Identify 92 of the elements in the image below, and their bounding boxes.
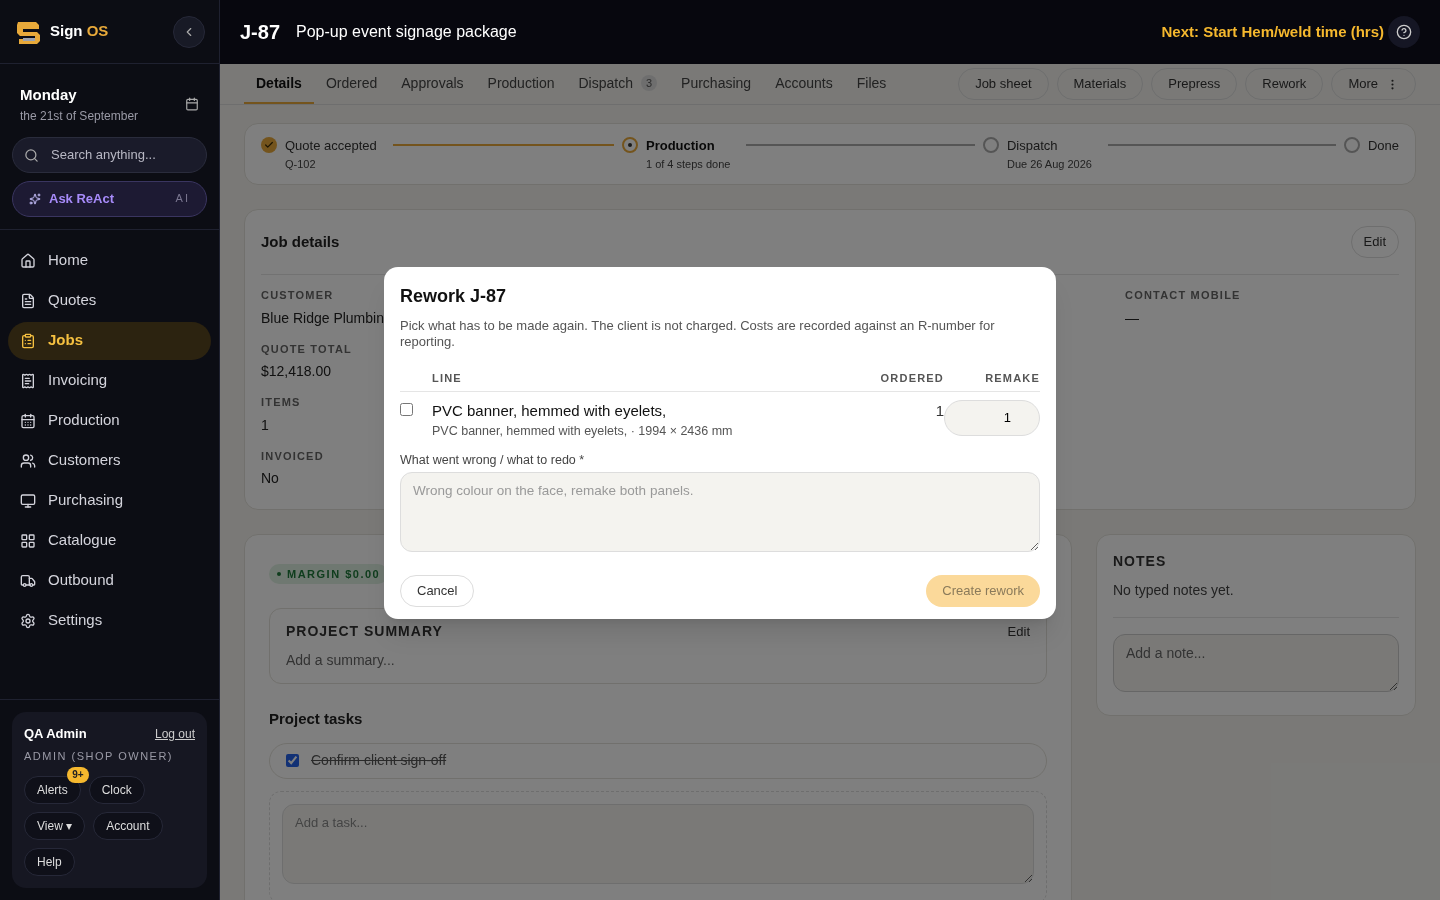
assistant-button[interactable]: Ask ReAct AI	[12, 180, 207, 217]
tab[interactable]: Ordered	[313, 64, 390, 104]
brand-name: Sign OS	[50, 21, 109, 42]
field-label: CONTACT MOBILE	[1125, 288, 1242, 303]
clipboard-icon	[20, 332, 36, 349]
tab[interactable]: Accounts	[763, 64, 845, 104]
search-field[interactable]: Search anything...	[12, 136, 207, 173]
tab[interactable]: Purchasing	[669, 64, 764, 104]
job-number: J-87	[240, 20, 281, 45]
search-icon	[24, 147, 39, 163]
user-menu-button[interactable]: Help	[24, 848, 75, 876]
step-detail: 1 of 4 steps done	[645, 156, 731, 172]
nav-item[interactable]: Catalogue	[8, 521, 211, 560]
help-icon	[1396, 24, 1412, 40]
nav-item[interactable]: Quotes	[8, 281, 211, 320]
field-value: No	[261, 469, 280, 488]
tab[interactable]: Dispatch 3	[566, 64, 670, 104]
field-value: 1	[261, 415, 270, 435]
job-title: Pop-up event signage package	[296, 22, 518, 42]
field-value: $12,418.00	[261, 362, 333, 381]
step-detail: Q-102	[285, 156, 317, 172]
field-label: QUOTE TOTAL	[261, 341, 353, 357]
notes-empty-text: No typed notes yet.	[1113, 580, 1399, 618]
column-header: LINE	[432, 371, 463, 387]
step-label: Quote accepted	[285, 137, 377, 155]
nav-item[interactable]: Production	[8, 401, 211, 440]
logout-link[interactable]: Log out	[154, 724, 195, 743]
card-title: Job details	[261, 231, 340, 252]
step-label: Production	[645, 137, 716, 155]
action-button[interactable]: Rework	[1245, 68, 1324, 100]
field-label: CUSTOMER	[261, 288, 335, 303]
summary-title: PROJECT SUMMARY	[286, 622, 443, 642]
ordered-quantity: 1	[934, 400, 944, 421]
user-menu-button[interactable]: View ▾	[24, 812, 86, 840]
action-button[interactable]: Job sheet	[958, 68, 1049, 100]
remake-quantity-field[interactable]: 1	[944, 399, 1040, 436]
tab[interactable]: Files	[844, 64, 899, 104]
truck-icon	[20, 572, 36, 589]
edit-button[interactable]: Edit	[1007, 621, 1030, 643]
task-checkbox[interactable]	[286, 754, 299, 768]
note-input[interactable]: Add a note...	[1113, 634, 1399, 692]
calendar-icon	[20, 412, 36, 429]
user-menu-button[interactable]: Account	[93, 812, 163, 840]
nav-item[interactable]: Outbound	[8, 561, 211, 600]
user-name: QA Admin	[24, 725, 87, 743]
day-label: Monday	[20, 85, 78, 105]
user-menu-button[interactable]: Clock	[88, 776, 145, 804]
nav-item[interactable]: Home	[8, 241, 211, 280]
nav-item[interactable]: Settings	[8, 601, 211, 640]
date-label: the 21st of September	[20, 107, 139, 125]
reason-label: What went wrong / what to redo *	[400, 452, 586, 469]
tab[interactable]: Details	[244, 64, 314, 104]
count-badge: 3	[640, 74, 658, 92]
notes-title: NOTES	[1113, 552, 1168, 571]
dialog-description: Pick what has to be made again. The client is not charged. Costs are recorded against an R-number for reporting.	[400, 318, 996, 351]
user-role: ADMIN (SHOP OWNER)	[24, 748, 175, 764]
field-label: INVOICED	[261, 448, 325, 464]
action-button[interactable]: Materials	[1056, 68, 1144, 100]
action-button[interactable]: Prepress	[1151, 68, 1238, 100]
step-label: Dispatch	[1006, 137, 1059, 155]
nav-item[interactable]: Jobs	[8, 321, 211, 360]
line-detail: PVC banner, hemmed with eyelets, · 1994 × 2436 mm	[432, 423, 734, 441]
column-header: REMAKE	[984, 371, 1040, 387]
next-step-text: Next: Start Hem/weld time (hrs)	[1161, 21, 1384, 42]
calendar-icon[interactable]	[185, 97, 199, 112]
line-name: PVC banner, hemmed with eyelets,	[432, 400, 668, 421]
nav-item[interactable]: Customers	[8, 441, 211, 480]
column-header: ORDERED	[879, 371, 944, 387]
line-checkbox[interactable]	[400, 402, 413, 416]
field-label: ITEMS	[261, 395, 302, 410]
field-value: —	[1125, 308, 1140, 328]
tab[interactable]: Production	[475, 64, 567, 104]
nav-item[interactable]: Purchasing	[8, 481, 211, 520]
document-icon	[20, 292, 36, 309]
reason-field[interactable]: Wrong colour on the face, remake both panels.	[400, 471, 1040, 552]
help-button[interactable]	[1388, 16, 1420, 48]
tab[interactable]: Approvals	[389, 64, 476, 104]
grid-icon	[20, 532, 36, 549]
monitor-icon	[20, 492, 36, 509]
sparkle-icon	[29, 192, 41, 205]
alert-count-badge: 9+	[67, 767, 89, 783]
task-label: Confirm client sign-off	[311, 751, 447, 771]
receipt-icon	[20, 372, 36, 389]
action-button[interactable]: More	[1331, 68, 1416, 100]
dialog-title: Rework J-87	[400, 285, 508, 309]
nav-item[interactable]: Invoicing	[8, 361, 211, 400]
people-icon	[20, 452, 36, 469]
house-icon	[20, 252, 36, 269]
tasks-title: Project tasks	[269, 709, 364, 730]
step-detail: Due 26 Aug 2026	[1006, 156, 1092, 172]
step-label: Done	[1367, 137, 1399, 155]
settings-icon	[20, 612, 36, 629]
